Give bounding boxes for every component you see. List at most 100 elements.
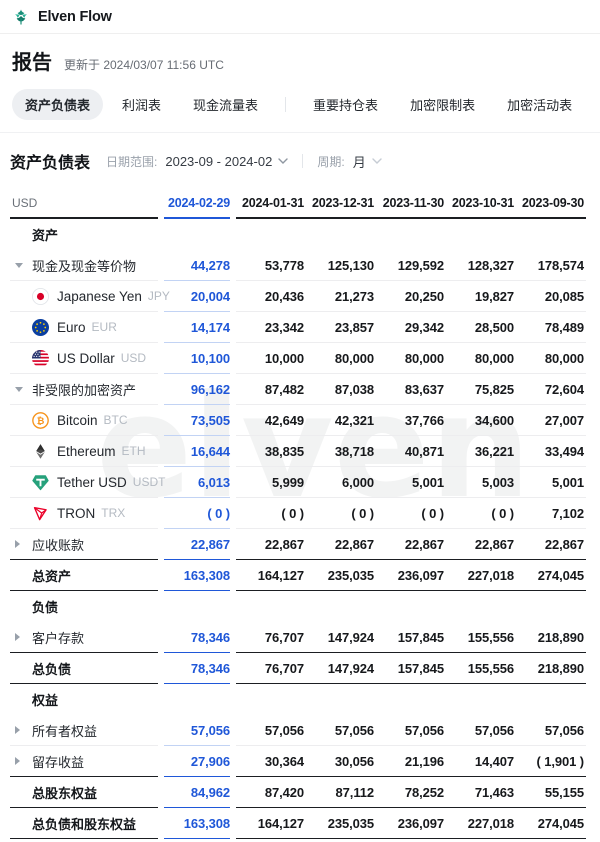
value-cell: 236,097: [376, 808, 446, 839]
row-label-cell: TRONTRX: [10, 498, 158, 529]
date-range-picker[interactable]: 2023-09 - 2024-02: [165, 154, 288, 169]
filter-divider: [302, 154, 303, 168]
table-row-所有者权益[interactable]: 所有者权益57,05657,05657,05657,05657,05657,05…: [10, 715, 586, 746]
value-cell: 75,825: [446, 374, 516, 405]
table-header-row: USD 2024-02-292024-01-312023-12-312023-1…: [10, 189, 586, 219]
column-header-date: 2024-01-31: [242, 196, 304, 210]
sheet-title: 资产负债表: [10, 149, 90, 173]
value-cell: 84,962: [164, 777, 230, 808]
asset-name: Bitcoin: [57, 413, 98, 428]
date-range-label: 日期范围:: [106, 153, 157, 170]
balance-sheet-table: elven USD 2024-02-292024-01-312023-12-31…: [10, 189, 586, 839]
value-cell: [164, 219, 230, 250]
value: 44,278: [191, 258, 230, 273]
value-cell: 147,924: [306, 622, 376, 653]
value-cell: 78,346: [164, 622, 230, 653]
value-cell: 16,644: [164, 436, 230, 467]
tab-重要持仓表[interactable]: 重要持仓表: [300, 89, 391, 120]
value: 75,825: [475, 382, 514, 397]
value-cell: 96,162: [164, 374, 230, 405]
value-cell: 21,273: [306, 281, 376, 312]
value: 80,000: [405, 351, 444, 366]
value-cell: [306, 591, 376, 622]
value: ( 0 ): [351, 506, 374, 521]
value: 23,342: [265, 320, 304, 335]
value-cell: 125,130: [306, 250, 376, 281]
value-cell: 42,649: [236, 405, 306, 436]
column-header: 2023-10-31: [446, 189, 516, 219]
table-row-负债: 负债: [10, 591, 586, 622]
table-row-总股东权益: 总股东权益84,96287,42087,11278,25271,46355,15…: [10, 777, 586, 808]
value-cell: 78,489: [516, 312, 586, 343]
value: 78,346: [191, 630, 230, 645]
value: 147,924: [328, 630, 374, 645]
value: 10,100: [191, 351, 230, 366]
value-cell: 5,001: [376, 467, 446, 498]
value-cell: [164, 591, 230, 622]
value-cell: 38,718: [306, 436, 376, 467]
table-row-总负债和股东权益: 总负债和股东权益163,308164,127235,035236,097227,…: [10, 808, 586, 839]
tab-现金流量表[interactable]: 现金流量表: [180, 89, 271, 120]
table-row-资产: 资产: [10, 219, 586, 250]
table-row-应收账款[interactable]: 应收账款22,86722,86722,86722,86722,86722,867: [10, 529, 586, 560]
balance-sheet-section: 资产负债表 日期范围: 2023-09 - 2024-02 周期: 月 elve…: [0, 133, 600, 839]
value: 27,007: [545, 413, 584, 428]
value: 71,463: [475, 785, 514, 800]
column-header[interactable]: 2024-02-29: [164, 189, 230, 219]
tab-利润表[interactable]: 利润表: [109, 89, 174, 120]
value-cell: 163,308: [164, 808, 230, 839]
table-row-非受限的加密资产[interactable]: 非受限的加密资产96,16287,48287,03883,63775,82572…: [10, 374, 586, 405]
value: 29,342: [405, 320, 444, 335]
table-row-Bitcoin: ₿BitcoinBTC73,50542,64942,32137,76634,60…: [10, 405, 586, 436]
value: 80,000: [475, 351, 514, 366]
value-cell: 80,000: [376, 343, 446, 374]
value: 21,196: [405, 754, 444, 769]
value-cell: 38,835: [236, 436, 306, 467]
value-cell: [376, 684, 446, 715]
value: 178,574: [538, 258, 584, 273]
row-label-cell: 总资产: [10, 560, 158, 591]
column-header: 2023-12-31: [306, 189, 376, 219]
value: 157,845: [398, 661, 444, 676]
row-label-cell: 留存收益: [10, 746, 158, 777]
table-row-留存收益[interactable]: 留存收益27,90630,36430,05621,19614,407( 1,90…: [10, 746, 586, 777]
value-cell: 20,085: [516, 281, 586, 312]
value-cell: 76,707: [236, 653, 306, 684]
value-cell: 155,556: [446, 622, 516, 653]
row-label-cell: 总负债和股东权益: [10, 808, 158, 839]
table-row-权益: 权益: [10, 684, 586, 715]
value: ( 0 ): [207, 506, 230, 521]
table-row-客户存款[interactable]: 客户存款78,34676,707147,924157,845155,556218…: [10, 622, 586, 653]
value: 76,707: [265, 630, 304, 645]
value-cell: 5,001: [516, 467, 586, 498]
value-cell: [516, 591, 586, 622]
tab-加密活动表[interactable]: 加密活动表: [494, 89, 585, 120]
column-header-date: 2023-11-30: [383, 196, 444, 210]
value: 6,013: [198, 475, 230, 490]
row-label: 非受限的加密资产: [32, 380, 136, 399]
value: 22,867: [475, 537, 514, 552]
row-label-cell: ₿BitcoinBTC: [10, 405, 158, 436]
value-cell: 78,346: [164, 653, 230, 684]
asset-ticker: BTC: [104, 413, 128, 427]
caret-right-icon: [12, 757, 32, 765]
caret-glyph: [15, 387, 23, 392]
value-cell: 227,018: [446, 808, 516, 839]
value: 57,056: [545, 723, 584, 738]
row-label-cell: 总负债: [10, 653, 158, 684]
value-cell: 87,038: [306, 374, 376, 405]
value-cell: 83,637: [376, 374, 446, 405]
row-label: 应收账款: [32, 535, 84, 554]
asset-name: Tether USD: [57, 475, 127, 490]
period-picker[interactable]: 月: [353, 152, 382, 171]
caret-right-icon: [12, 540, 32, 548]
row-label: 总负债和股东权益: [32, 814, 136, 833]
tab-资产负债表[interactable]: 资产负债表: [12, 89, 103, 120]
row-label: 资产: [32, 225, 58, 244]
value: 155,556: [468, 661, 514, 676]
table-row-现金及现金等价物[interactable]: 现金及现金等价物44,27853,778125,130129,592128,32…: [10, 250, 586, 281]
value-cell: 28,500: [446, 312, 516, 343]
asset-name: Japanese Yen: [57, 289, 142, 304]
tab-加密限制表[interactable]: 加密限制表: [397, 89, 488, 120]
table-row-US Dollar: US DollarUSD10,10010,00080,00080,00080,0…: [10, 343, 586, 374]
